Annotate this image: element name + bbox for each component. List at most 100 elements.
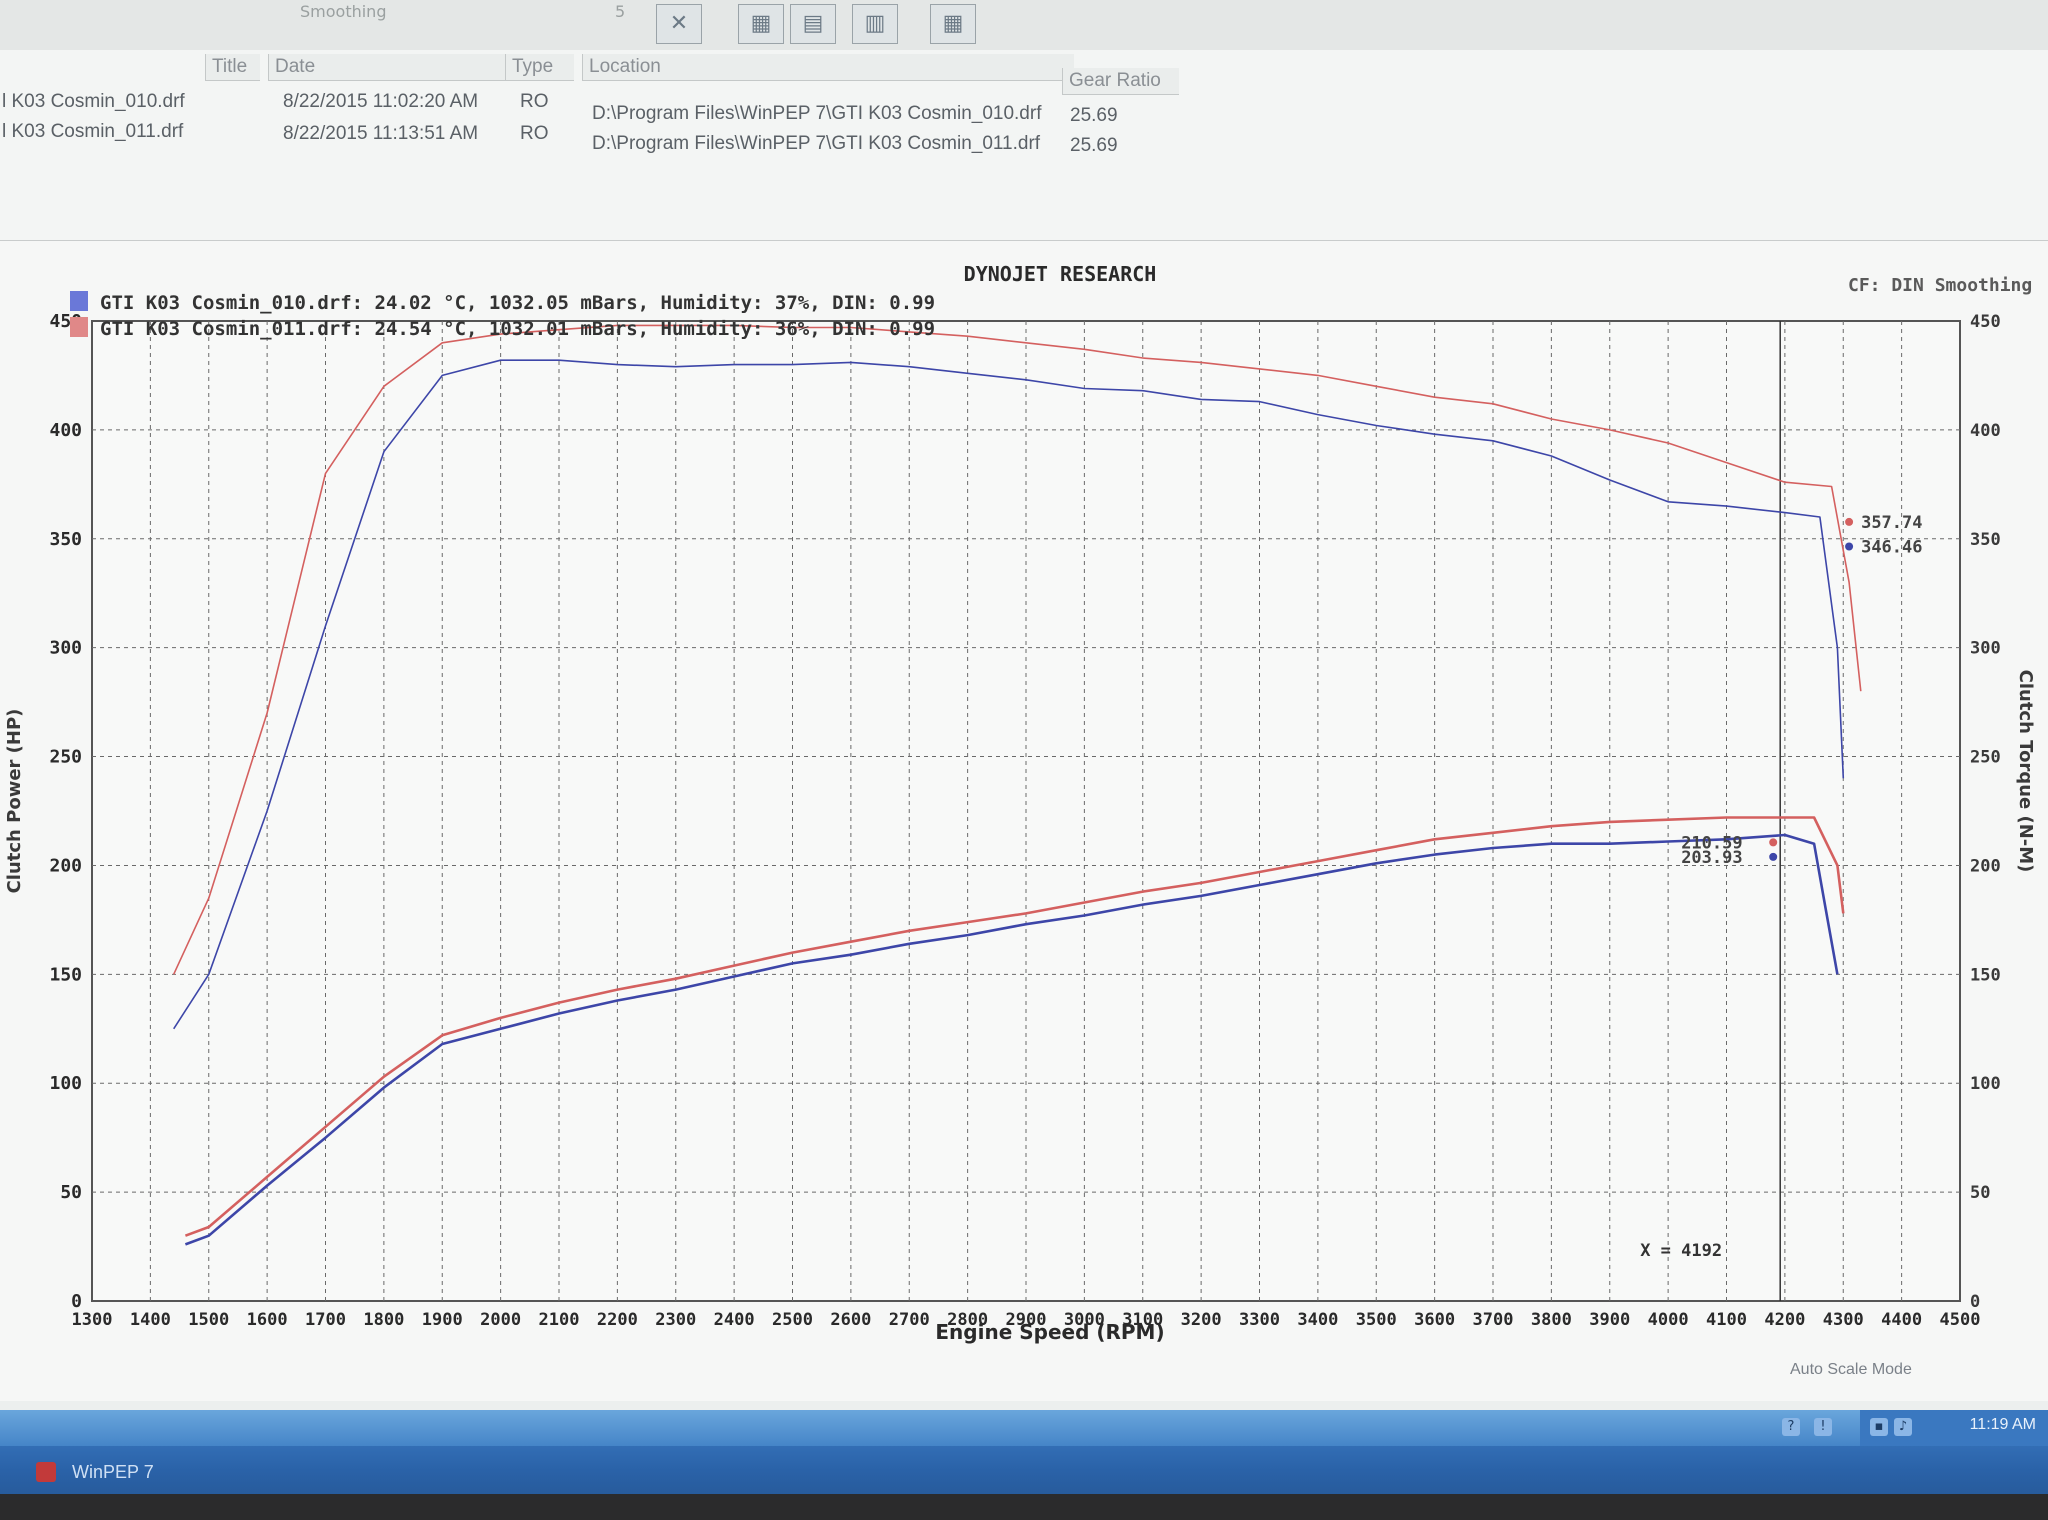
x-tick-label: 2100 bbox=[539, 1310, 580, 1330]
right-tick-label: 150 bbox=[1970, 965, 2001, 985]
dyno-chart[interactable]: 1300 1400 1500 1600 1700 1800 1900 2000 2100 2200… bbox=[0, 241, 2048, 1391]
series-end-marker bbox=[1845, 542, 1854, 551]
smoothing-label: Smoothing bbox=[300, 2, 387, 21]
column-header-title[interactable]: Title bbox=[205, 54, 260, 81]
file-gear-ratio: 25.69 bbox=[1070, 135, 1118, 156]
legend-swatch-run-010 bbox=[70, 291, 88, 311]
dyno-chart-window: 1300 1400 1500 1600 1700 1800 1900 2000 2100 2200… bbox=[0, 240, 2048, 1401]
left-tick-label: 350 bbox=[49, 529, 82, 550]
taskbar-app-winpep[interactable]: WinPEP 7 bbox=[28, 1450, 172, 1494]
legend-entry-run-011[interactable]: GTI K03 Cosmin_011.drf: 24.54 °C, 1032.0… bbox=[100, 318, 935, 340]
smoothing-value[interactable]: 5 bbox=[615, 2, 625, 21]
left-tick-label: 250 bbox=[49, 747, 82, 768]
left-tick-label: 400 bbox=[49, 420, 82, 441]
x-axis-label: Engine Speed (RPM) bbox=[935, 1320, 1164, 1344]
monitor-bezel bbox=[0, 1494, 2048, 1520]
file-title: l K03 Cosmin_011.drf bbox=[2, 121, 184, 142]
x-tick-label: 3200 bbox=[1181, 1310, 1222, 1330]
legend-entry-run-010[interactable]: GTI K03 Cosmin_010.drf: 24.02 °C, 1032.0… bbox=[100, 292, 935, 314]
clock[interactable]: 11:19 AM bbox=[1970, 1416, 2036, 1434]
right-tick-label: 350 bbox=[1970, 530, 2001, 550]
left-tick-label: 50 bbox=[60, 1182, 82, 1203]
x-tick-label: 1900 bbox=[422, 1310, 463, 1330]
file-location: D:\Program Files\WinPEP 7\GTI K03 Cosmin… bbox=[592, 133, 1041, 154]
x-tick-label: 1600 bbox=[247, 1310, 288, 1330]
x-tick-label: 1300 bbox=[72, 1310, 113, 1330]
taskbar-app-label: WinPEP 7 bbox=[72, 1462, 154, 1482]
right-tick-label: 400 bbox=[1970, 421, 2001, 441]
x-tick-label: 3300 bbox=[1239, 1310, 1280, 1330]
print-icon[interactable]: ▥ bbox=[852, 4, 898, 44]
overlay-icon[interactable]: ▤ bbox=[790, 4, 836, 44]
legend-swatch-run-011 bbox=[70, 317, 88, 337]
x-tick-label: 1400 bbox=[130, 1310, 171, 1330]
volume-icon[interactable]: ♪ bbox=[1894, 1418, 1912, 1436]
right-tick-label: 0 bbox=[1970, 1292, 1980, 1312]
x-tick-label: 2500 bbox=[772, 1310, 813, 1330]
file-date: 8/22/2015 11:02:20 AM bbox=[283, 91, 479, 112]
taskbar-top-strip: ▪ ♪ 11:19 AM ? ! bbox=[0, 1410, 2048, 1446]
notification-icon[interactable]: ! bbox=[1814, 1418, 1832, 1436]
x-tick-label: 2700 bbox=[889, 1310, 930, 1330]
x-tick-label: 2400 bbox=[714, 1310, 755, 1330]
series-end-marker bbox=[1769, 852, 1778, 861]
x-tick-label: 1700 bbox=[305, 1310, 346, 1330]
x-tick-label: 4000 bbox=[1648, 1310, 1689, 1330]
column-header-type[interactable]: Type bbox=[505, 54, 574, 81]
correction-factor-label: CF: DIN Smoothing bbox=[1848, 275, 2032, 296]
left-tick-label: 100 bbox=[49, 1073, 82, 1094]
graph-icon[interactable]: ▦ bbox=[738, 4, 784, 44]
x-tick-label: 3800 bbox=[1531, 1310, 1572, 1330]
right-tick-label: 50 bbox=[1970, 1183, 1990, 1203]
x-tick-label: 3700 bbox=[1473, 1310, 1514, 1330]
file-row[interactable]: l K03 Cosmin_011.drf 8/22/2015 11:13:51 … bbox=[0, 116, 2048, 156]
left-tick-label: 150 bbox=[49, 964, 82, 985]
file-row[interactable]: l K03 Cosmin_010.drf 8/22/2015 11:02:20 … bbox=[0, 86, 2048, 126]
right-tick-label: 250 bbox=[1970, 748, 2001, 768]
x-tick-label: 3900 bbox=[1589, 1310, 1630, 1330]
file-title: l K03 Cosmin_010.drf bbox=[2, 91, 185, 112]
right-tick-label: 100 bbox=[1970, 1074, 2001, 1094]
winpep-app-icon bbox=[36, 1462, 56, 1482]
right-tick-label: 450 bbox=[1970, 312, 2001, 332]
right-tick-label: 300 bbox=[1970, 639, 2001, 659]
column-header-date[interactable]: Date bbox=[268, 54, 505, 81]
series-end-label: 346.46 bbox=[1861, 537, 1922, 557]
x-tick-label: 3400 bbox=[1297, 1310, 1338, 1330]
right-axis-label: Clutch Torque (N-M) bbox=[2015, 670, 2036, 873]
column-header-location[interactable]: Location bbox=[582, 54, 1074, 81]
x-tick-label: 4400 bbox=[1881, 1310, 1922, 1330]
x-tick-label: 2000 bbox=[480, 1310, 521, 1330]
file-type: RO bbox=[520, 123, 549, 144]
left-tick-label: 200 bbox=[49, 855, 82, 876]
system-tray: ▪ ♪ 11:19 AM bbox=[1860, 1410, 2048, 1446]
x-tick-label: 4100 bbox=[1706, 1310, 1747, 1330]
left-tick-label: 0 bbox=[71, 1291, 82, 1312]
series-end-label: 357.74 bbox=[1861, 513, 1922, 533]
series-end-marker bbox=[1769, 838, 1778, 847]
x-tick-label: 4300 bbox=[1823, 1310, 1864, 1330]
auto-scale-status: Auto Scale Mode bbox=[1790, 1361, 1912, 1378]
file-date: 8/22/2015 11:13:51 AM bbox=[283, 123, 479, 144]
x-tick-label: 4200 bbox=[1764, 1310, 1805, 1330]
left-tick-label: 300 bbox=[49, 638, 82, 659]
chart-title: DYNOJET RESEARCH bbox=[964, 262, 1157, 286]
series-end-marker bbox=[1845, 517, 1854, 526]
x-tick-label: 2300 bbox=[655, 1310, 696, 1330]
x-tick-label: 1800 bbox=[363, 1310, 404, 1330]
x-tick-label: 4500 bbox=[1940, 1310, 1981, 1330]
run-file-list: Title Date Type Location Gear Ratio l K0… bbox=[0, 50, 2048, 240]
series-end-label: 210.59 bbox=[1681, 833, 1742, 853]
x-tick-label: 3500 bbox=[1356, 1310, 1397, 1330]
left-axis-label: Clutch Power (HP) bbox=[4, 709, 25, 894]
grid-icon[interactable]: ▦ bbox=[930, 4, 976, 44]
cursor-readout: X = 4192 bbox=[1640, 1241, 1722, 1261]
delete-run-icon[interactable]: ✕ bbox=[656, 4, 702, 44]
grid bbox=[91, 320, 1961, 1302]
x-tick-label: 1500 bbox=[188, 1310, 229, 1330]
help-icon[interactable]: ? bbox=[1782, 1418, 1800, 1436]
file-type: RO bbox=[520, 91, 549, 112]
network-icon[interactable]: ▪ bbox=[1870, 1418, 1888, 1436]
x-tick-label: 2600 bbox=[830, 1310, 871, 1330]
toolbar: Smoothing 5 ✕ ▦ ▤ ▥ ▦ bbox=[0, 0, 2048, 51]
